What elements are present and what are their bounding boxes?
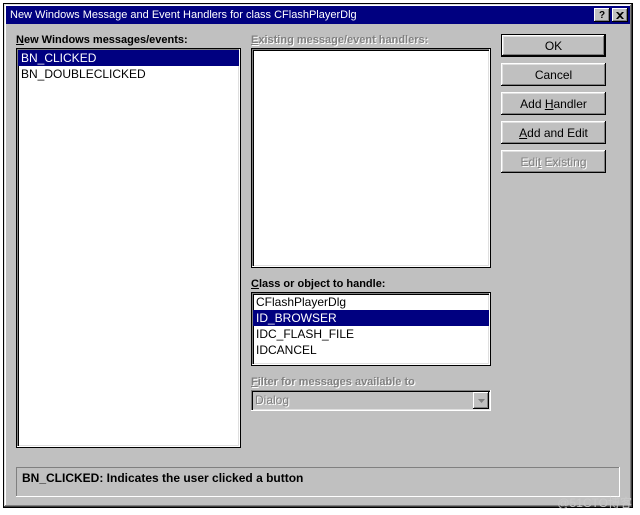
- list-item[interactable]: BN_CLICKED: [18, 50, 239, 66]
- add-handler-button[interactable]: Add Handler: [501, 92, 606, 115]
- messages-listbox[interactable]: BN_CLICKED BN_DOUBLECLICKED: [16, 48, 241, 448]
- cancel-button[interactable]: Cancel: [501, 63, 606, 86]
- close-icon: [616, 12, 624, 19]
- filter-value: Dialog: [251, 390, 471, 411]
- classobj-label: Class or object to handle:: [251, 278, 385, 290]
- dialog-window: New Windows Message and Event Handlers f…: [3, 3, 633, 508]
- status-description: BN_CLICKED: Indicates the user clicked a…: [16, 467, 620, 497]
- window-title: New Windows Message and Event Handlers f…: [10, 9, 592, 21]
- filter-combo: Dialog: [251, 390, 491, 411]
- list-item[interactable]: IDCANCEL: [253, 342, 489, 358]
- chevron-down-icon: [478, 399, 485, 403]
- list-item[interactable]: ID_BROWSER: [253, 310, 489, 326]
- client-area: New Windows messages/events: BN_CLICKED …: [6, 24, 630, 505]
- class-object-listbox[interactable]: CFlashPlayerDlg ID_BROWSER IDC_FLASH_FIL…: [251, 292, 491, 366]
- list-item[interactable]: BN_DOUBLECLICKED: [18, 66, 239, 82]
- help-button[interactable]: ?: [594, 8, 610, 22]
- existing-listbox[interactable]: [251, 48, 491, 268]
- combo-dropdown-button: [473, 392, 489, 409]
- messages-label: New Windows messages/events:: [16, 34, 188, 46]
- filter-label: Filter for messages available to: [251, 376, 415, 388]
- close-button[interactable]: [612, 8, 628, 22]
- ok-button[interactable]: OK: [501, 34, 606, 57]
- list-item[interactable]: CFlashPlayerDlg: [253, 294, 489, 310]
- existing-label: Existing message/event handlers:: [251, 34, 428, 46]
- add-and-edit-button[interactable]: Add and Edit: [501, 121, 606, 144]
- list-item[interactable]: IDC_FLASH_FILE: [253, 326, 489, 342]
- titlebar: New Windows Message and Event Handlers f…: [6, 6, 630, 24]
- edit-existing-button: Edit Existing: [501, 150, 606, 173]
- watermark: @51CTO博客: [557, 494, 632, 511]
